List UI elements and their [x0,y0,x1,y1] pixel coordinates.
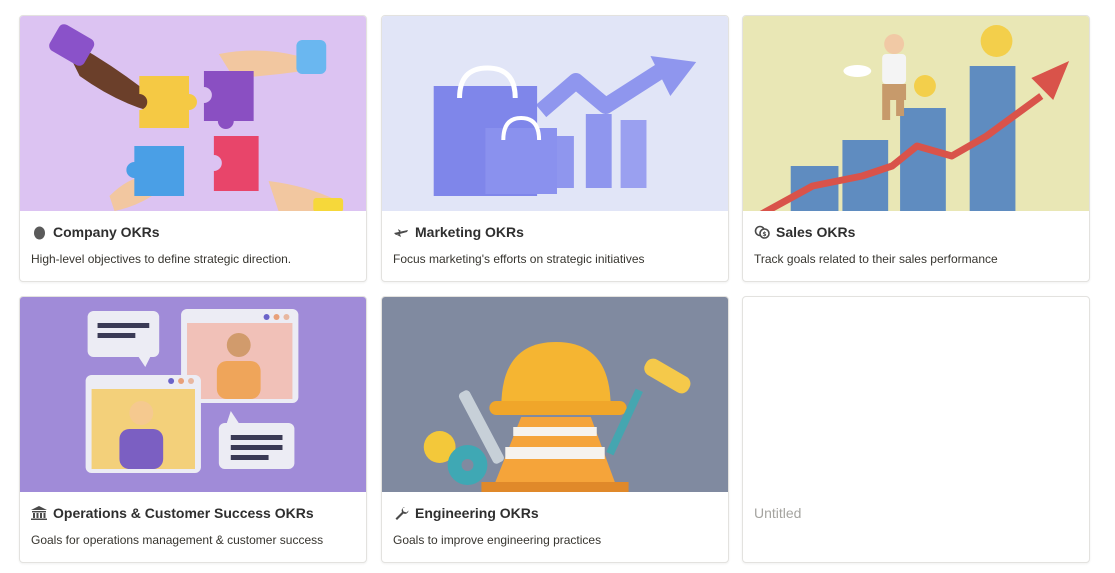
card-untitled[interactable]: Untitled [742,296,1090,563]
card-title-row: Engineering OKRs [393,503,539,523]
card-title-row: Operations & Customer Success OKRs [31,503,314,523]
egg-icon [31,224,47,240]
card-title: Marketing OKRs [415,224,524,240]
card-title-row: Marketing OKRs [393,222,524,242]
card-title: Sales OKRs [776,224,856,240]
card-description: High-level objectives to define strategi… [31,252,292,266]
card-title-row: Company OKRs [31,222,160,242]
cover-image-puzzle [20,16,366,211]
card-sales-okrs[interactable]: $ Sales OKRs Track goals related to thei… [742,15,1090,282]
wrench-icon [393,505,409,521]
card-title: Engineering OKRs [415,505,539,521]
card-title-placeholder: Untitled [754,505,802,521]
coins-icon: $ [754,224,770,240]
card-engineering-okrs[interactable]: Engineering OKRs Goals to improve engine… [381,296,729,563]
card-company-okrs[interactable]: Company OKRs High-level objectives to de… [19,15,367,282]
bank-icon [31,505,47,521]
card-operations-okrs[interactable]: Operations & Customer Success OKRs Goals… [19,296,367,563]
airplane-icon [393,224,409,240]
card-description: Goals for operations management & custom… [31,533,324,547]
card-description: Goals to improve engineering practices [393,533,602,547]
cover-image-construction [382,297,728,492]
card-title: Operations & Customer Success OKRs [53,505,314,521]
card-marketing-okrs[interactable]: Marketing OKRs Focus marketing's efforts… [381,15,729,282]
cover-image-video-call [20,297,366,492]
cover-image-shopping-bags [382,16,728,211]
card-title-row: $ Sales OKRs [754,222,855,242]
card-description: Track goals related to their sales perfo… [754,252,998,266]
card-description: Focus marketing's efforts on strategic i… [393,252,645,266]
svg-text:$: $ [762,231,766,238]
cover-image-sales-chart [743,16,1089,211]
card-title: Company OKRs [53,224,160,240]
